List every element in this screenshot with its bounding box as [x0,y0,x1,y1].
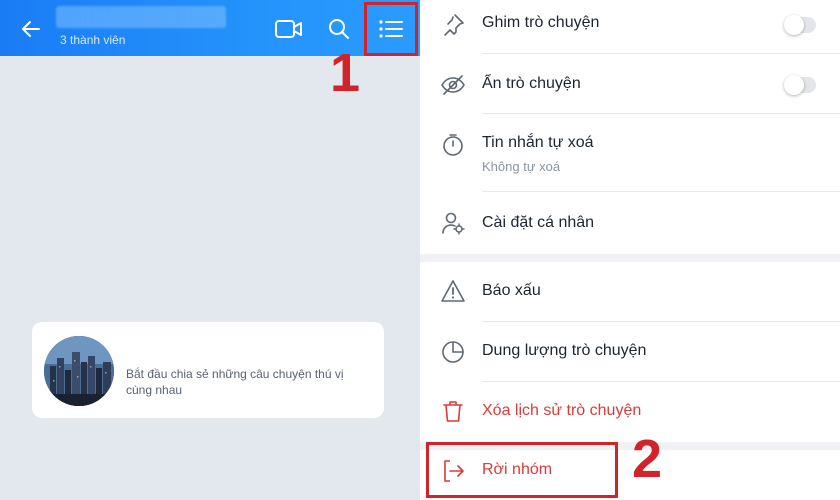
auto-delete-status: Không tự xoá [482,159,561,174]
menu-item-label: Dung lượng trò chuyện [482,342,647,359]
pie-chart-icon [442,341,464,363]
menu-item-auto-delete[interactable]: Tin nhắn tự xoá Không tự xoá [420,114,840,192]
pin-icon [444,14,464,36]
warning-icon [441,280,465,302]
menu-item-label: Ẩn trò chuyện [482,75,581,92]
video-call-button[interactable] [274,14,304,44]
group-name-redacted [56,6,226,28]
highlight-box-step1 [364,2,418,56]
video-camera-icon [275,20,302,38]
menu-item-label: Tin nhắn tự xoá [482,134,594,151]
back-button[interactable] [16,14,46,44]
step-number-1: 1 [330,43,361,103]
search-icon [329,19,349,39]
timer-icon [443,134,463,156]
city-skyline-image [44,336,114,406]
trash-icon [443,401,463,422]
menu-item-label: Cài đặt cá nhân [482,214,595,231]
menu-item-pin-chat[interactable]: Ghim trò chuyện [420,0,840,54]
menu-item-report[interactable]: Báo xấu [420,262,840,322]
highlight-box-step2 [426,442,618,498]
intro-message: Bắt đầu chia sẻ những câu chuyện thú vị … [126,367,344,397]
chat-options-menu: Ghim trò chuyện Ẩn trò chuyện Tin nhắn t… [420,0,840,500]
menu-item-hide-chat[interactable]: Ẩn trò chuyện [420,54,840,114]
menu-item-storage[interactable]: Dung lượng trò chuyện [420,322,840,382]
menu-item-personal-settings[interactable]: Cài đặt cá nhân [420,192,840,254]
user-settings-icon [442,212,465,235]
menu-item-label: Ghim trò chuyện [482,14,600,31]
menu-item-label: Xóa lịch sử trò chuyện [482,402,642,419]
hide-toggle[interactable] [784,75,816,95]
menu-item-label: Báo xấu [482,282,541,299]
eye-off-icon [441,75,465,95]
search-button[interactable] [324,14,354,44]
member-count: 3 thành viên [60,33,126,47]
menu-item-clear-history[interactable]: Xóa lịch sử trò chuyện [420,382,840,442]
back-arrow-icon [22,21,40,37]
step-number-2: 2 [632,429,663,489]
pin-toggle[interactable] [784,15,816,35]
section-separator [420,254,840,262]
group-avatar [44,336,114,406]
group-intro-card: Bắt đầu chia sẻ những câu chuyện thú vị … [32,322,384,418]
